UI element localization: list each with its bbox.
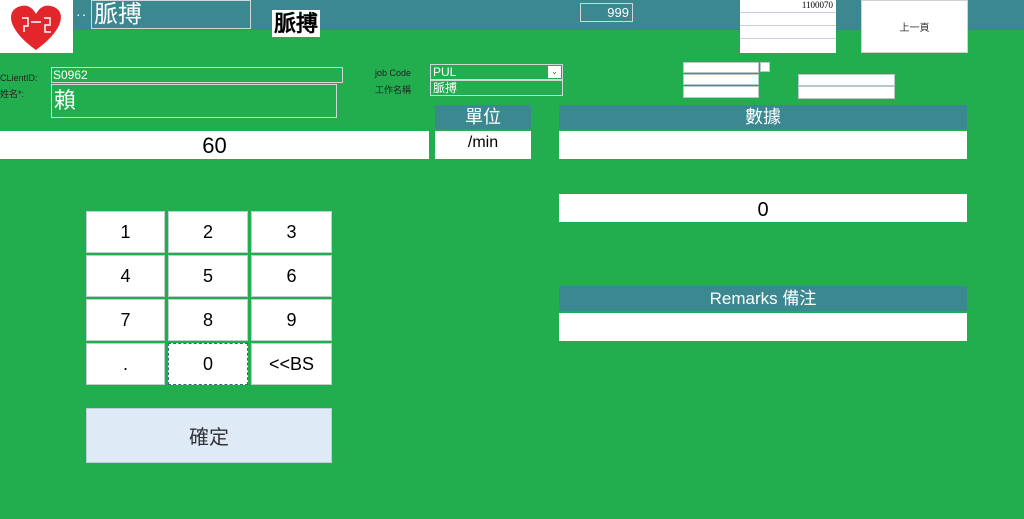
job-code-select[interactable]: PUL ⌄	[430, 64, 563, 80]
app-logo	[0, 0, 73, 53]
result-display: 0	[559, 194, 967, 222]
name-field[interactable]: 賴	[51, 84, 337, 118]
chevron-down-icon[interactable]: ⌄	[548, 66, 561, 78]
remarks-field[interactable]	[559, 313, 967, 341]
unit-field: /min	[435, 131, 531, 159]
job-code-label: job Code	[375, 68, 412, 78]
key-dot[interactable]: .	[86, 343, 165, 385]
back-button[interactable]: 上一頁	[861, 0, 968, 53]
key-4[interactable]: 4	[86, 255, 165, 297]
data-header: 數據	[559, 105, 967, 129]
menu-dots[interactable]: ··	[76, 6, 87, 22]
code-box: 1100070	[740, 0, 836, 53]
heart-icon	[11, 5, 61, 50]
value-display[interactable]: 60	[0, 131, 429, 159]
key-6[interactable]: 6	[251, 255, 332, 297]
key-9[interactable]: 9	[251, 299, 332, 341]
unit-header: 單位	[435, 105, 531, 129]
data-field[interactable]	[559, 131, 967, 159]
alert-by-field[interactable]	[683, 74, 759, 85]
key-2[interactable]: 2	[168, 211, 248, 253]
clear-dt-field[interactable]	[798, 86, 895, 99]
clear-checkbox[interactable]	[760, 62, 770, 72]
key-3[interactable]: 3	[251, 211, 332, 253]
key-backspace[interactable]: <<BS	[251, 343, 332, 385]
code-value: 1100070	[801, 0, 833, 10]
key-7[interactable]: 7	[86, 299, 165, 341]
page-title: 脈搏	[272, 10, 321, 37]
remarks-header: Remarks 備注	[559, 286, 967, 311]
alert-field[interactable]	[683, 62, 759, 73]
name-label: 姓名*:	[0, 89, 25, 99]
key-1[interactable]: 1	[86, 211, 165, 253]
client-id-label: CLientID:	[0, 73, 38, 83]
clear-by-field[interactable]	[798, 74, 895, 86]
client-id-field[interactable]: S0962	[51, 67, 343, 83]
key-5[interactable]: 5	[168, 255, 248, 297]
alert-dt-field[interactable]	[683, 86, 759, 98]
job-name-field: 脈搏	[430, 80, 563, 96]
title-field: 脈搏	[91, 0, 251, 29]
key-8[interactable]: 8	[168, 299, 248, 341]
right-side-panel	[975, 0, 1024, 180]
confirm-button[interactable]: 確定	[86, 408, 332, 463]
job-code-value: PUL	[433, 65, 457, 79]
key-0[interactable]: 0	[168, 343, 248, 385]
job-name-label: 工作名稱	[375, 85, 412, 95]
count-field: 999	[580, 3, 633, 22]
